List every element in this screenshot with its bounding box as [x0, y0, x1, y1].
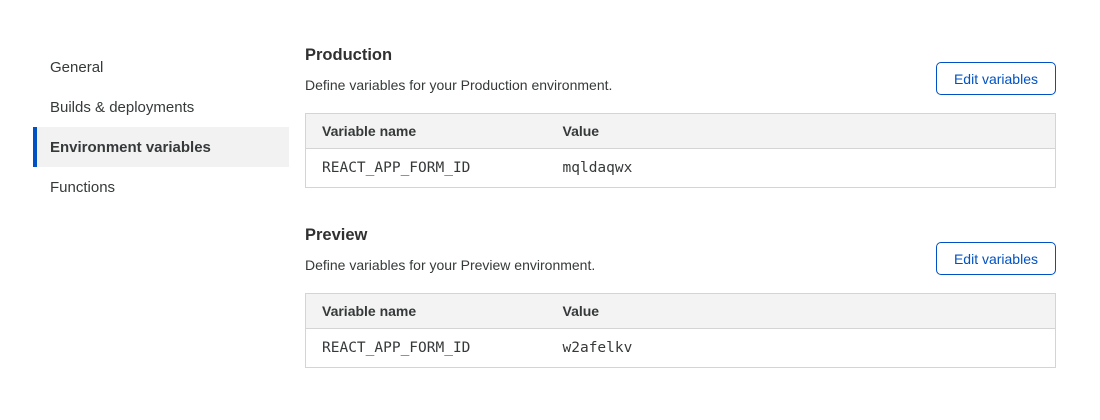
- sidebar-item-general[interactable]: General: [33, 47, 289, 87]
- variable-name-cell: REACT_APP_FORM_ID: [306, 149, 547, 188]
- production-section-header: Production Define variables for your Pro…: [305, 44, 1056, 95]
- preview-section: Preview Define variables for your Previe…: [305, 224, 1056, 368]
- edit-variables-button-preview[interactable]: Edit variables: [936, 242, 1056, 275]
- preview-section-text: Preview Define variables for your Previe…: [305, 224, 595, 275]
- sidebar-item-functions[interactable]: Functions: [33, 167, 289, 207]
- column-header-variable-name: Variable name: [306, 294, 547, 329]
- settings-content: Production Define variables for your Pro…: [305, 0, 1100, 420]
- production-description: Define variables for your Production env…: [305, 76, 612, 95]
- environment-variables-settings-page: General Builds & deployments Environment…: [0, 0, 1100, 420]
- preview-title: Preview: [305, 224, 595, 247]
- variable-name-cell: REACT_APP_FORM_ID: [306, 329, 547, 368]
- table-header-row: Variable name Value: [306, 114, 1056, 149]
- production-section: Production Define variables for your Pro…: [305, 44, 1056, 188]
- variable-value-cell: w2afelkv: [547, 329, 1056, 368]
- preview-variables-table: Variable name Value REACT_APP_FORM_ID w2…: [305, 293, 1056, 368]
- production-variables-table: Variable name Value REACT_APP_FORM_ID mq…: [305, 113, 1056, 188]
- preview-section-header: Preview Define variables for your Previe…: [305, 224, 1056, 275]
- variable-value-cell: mqldaqwx: [547, 149, 1056, 188]
- table-header-row: Variable name Value: [306, 294, 1056, 329]
- sidebar-item-environment-variables[interactable]: Environment variables: [33, 127, 289, 167]
- column-header-value: Value: [547, 114, 1056, 149]
- sidebar-item-builds-deployments[interactable]: Builds & deployments: [33, 87, 289, 127]
- preview-description: Define variables for your Preview enviro…: [305, 256, 595, 275]
- settings-sidebar: General Builds & deployments Environment…: [0, 0, 289, 420]
- production-section-text: Production Define variables for your Pro…: [305, 44, 612, 95]
- production-title: Production: [305, 44, 612, 67]
- table-row: REACT_APP_FORM_ID mqldaqwx: [306, 149, 1056, 188]
- settings-nav: General Builds & deployments Environment…: [33, 47, 289, 207]
- column-header-value: Value: [547, 294, 1056, 329]
- edit-variables-button-production[interactable]: Edit variables: [936, 62, 1056, 95]
- table-row: REACT_APP_FORM_ID w2afelkv: [306, 329, 1056, 368]
- column-header-variable-name: Variable name: [306, 114, 547, 149]
